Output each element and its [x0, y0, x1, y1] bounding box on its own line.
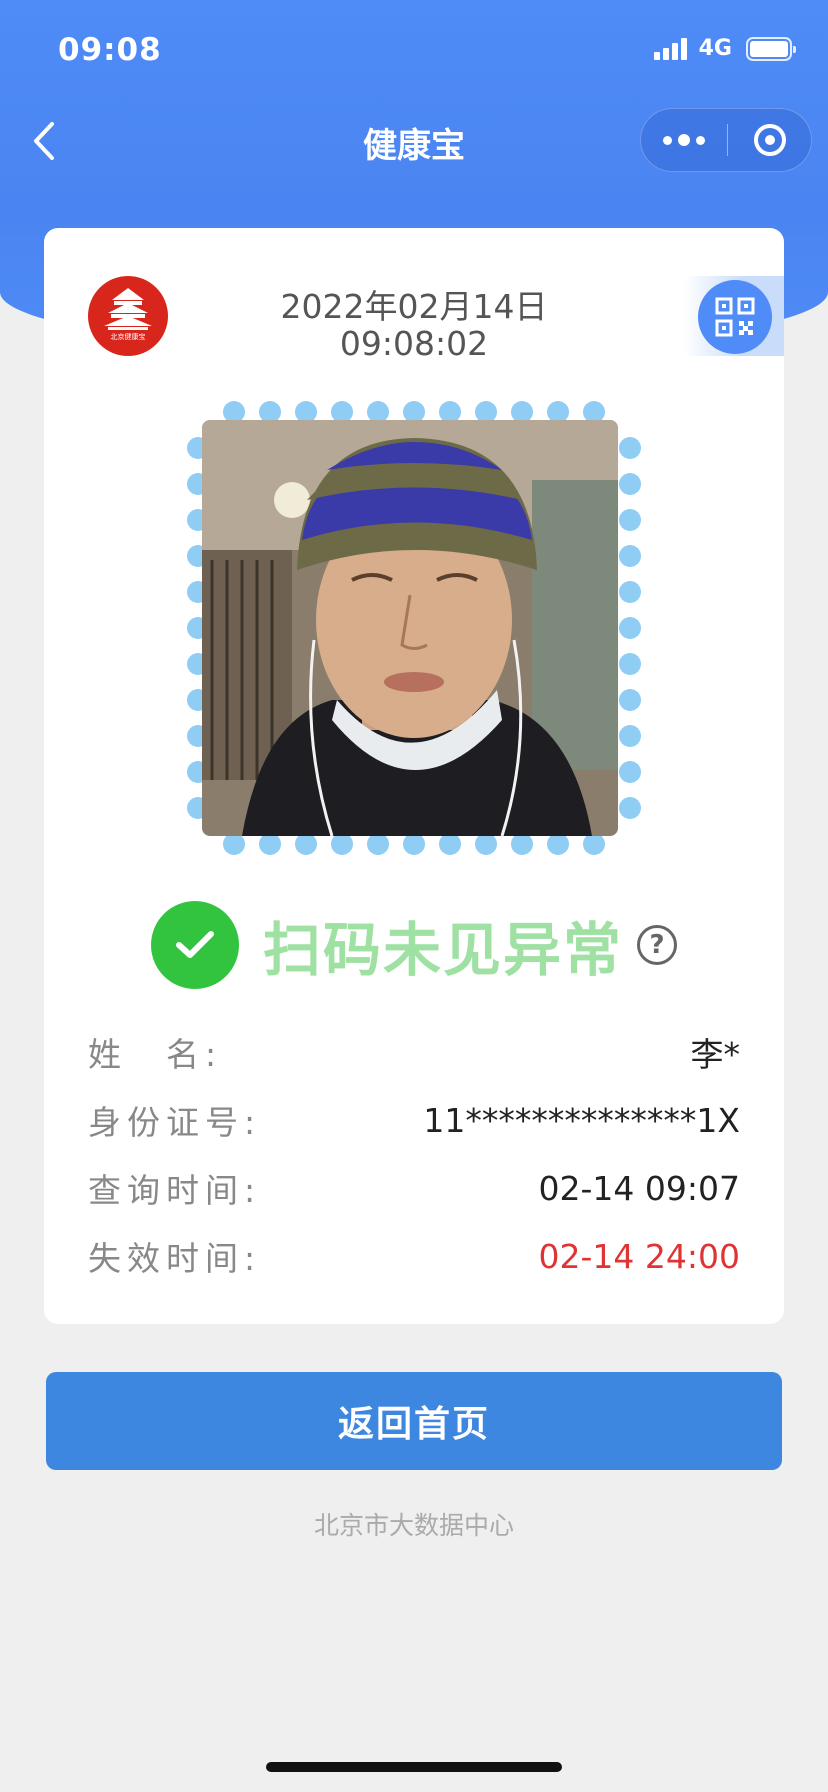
status-text: 扫码未见异常 [262, 916, 623, 984]
query-date: 2022年02月14日 [280, 287, 548, 326]
frame-dot [619, 509, 641, 531]
info-row-id-number: 身份证号: 11**************1X [88, 1086, 740, 1154]
frame-dot [367, 833, 389, 855]
info-row-name: 姓 名: 李* [88, 1018, 740, 1086]
info-row-expire-time: 失效时间: 02-14 24:00 [88, 1222, 740, 1290]
info-value-expire: 02-14 24:00 [538, 1236, 740, 1276]
frame-dot [619, 437, 641, 459]
qr-code-button[interactable] [698, 280, 772, 354]
frame-dot [295, 833, 317, 855]
frame-dot [619, 689, 641, 711]
info-label: 查询时间: [88, 1171, 262, 1210]
info-value: 11**************1X [423, 1100, 740, 1140]
personal-info-list: 姓 名: 李* 身份证号: 11**************1X 查询时间: 0… [88, 1018, 740, 1290]
status-indicators: 4G [653, 36, 796, 61]
frame-dot [511, 833, 533, 855]
return-home-button[interactable]: 返回首页 [46, 1372, 782, 1470]
info-value: 李* [690, 1035, 741, 1074]
frame-dot [619, 581, 641, 603]
network-type: 4G [698, 36, 732, 61]
target-icon[interactable] [728, 109, 811, 171]
user-photo-illustration [202, 420, 618, 836]
mini-program-capsule [640, 108, 812, 172]
frame-dot [223, 833, 245, 855]
frame-dot [403, 833, 425, 855]
more-icon[interactable] [641, 109, 727, 171]
info-label: 失效时间: [88, 1239, 262, 1278]
frame-dot [547, 833, 569, 855]
signal-icon [653, 37, 687, 60]
footer-source: 北京市大数据中心 [313, 1511, 514, 1540]
frame-dot [619, 761, 641, 783]
home-indicator[interactable] [266, 1762, 562, 1772]
frame-dot [583, 833, 605, 855]
frame-dot [259, 833, 281, 855]
qr-code-icon [715, 297, 755, 337]
frame-dot [475, 833, 497, 855]
frame-dot [331, 833, 353, 855]
user-photo [202, 420, 618, 836]
scan-status: 扫码未见异常 ? [44, 900, 784, 990]
frame-dot [619, 545, 641, 567]
help-icon[interactable]: ? [637, 925, 677, 965]
info-label: 身份证号: [88, 1103, 262, 1142]
frame-dot [619, 725, 641, 747]
info-label: 姓 名: [88, 1035, 223, 1074]
status-time: 09:08 [58, 32, 162, 68]
frame-dot [619, 797, 641, 819]
check-icon [150, 901, 239, 989]
frame-dot [439, 833, 461, 855]
info-value: 02-14 09:07 [538, 1168, 740, 1208]
battery-icon [746, 36, 796, 61]
frame-dot [619, 653, 641, 675]
info-row-query-time: 查询时间: 02-14 09:07 [88, 1154, 740, 1222]
query-time: 09:08:02 [339, 324, 489, 363]
frame-dot [619, 473, 641, 495]
health-code-card: 北京健康宝 2022年02月14日 09:08:02 扫码未见异常 ? 姓 名:… [44, 228, 784, 1324]
frame-dot [619, 617, 641, 639]
